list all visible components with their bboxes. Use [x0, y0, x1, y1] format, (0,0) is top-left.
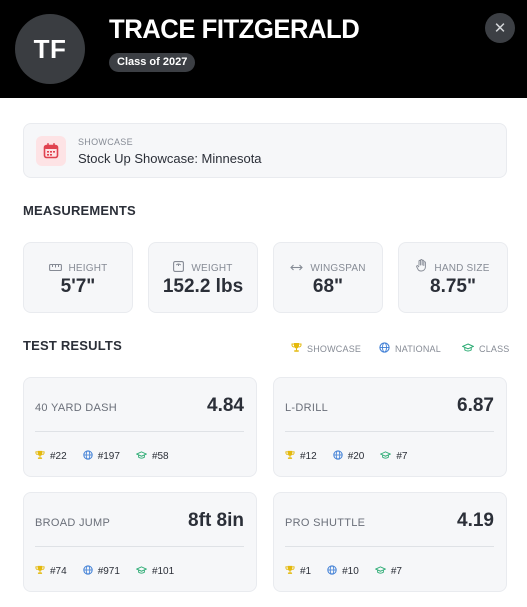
hand-icon [416, 259, 427, 277]
test-name: 40 YARD DASH [35, 402, 118, 414]
player-name: TRACE FITZGERALD [109, 14, 360, 44]
measurements-title: MEASUREMENTS [23, 203, 136, 218]
measurement-hand-size: HAND SIZE 8.75" [398, 242, 508, 313]
rank-row: #22 #197 #58 [35, 447, 169, 465]
rank-value: #1 [300, 565, 312, 577]
calendar-icon [36, 136, 66, 166]
rank-value: #197 [97, 450, 120, 462]
showcase-rank: #12 [285, 447, 317, 465]
measurement-weight: WEIGHT 152.2 lbs [148, 242, 258, 313]
arrows-horizontal-icon [290, 259, 304, 277]
rank-value: #971 [97, 565, 120, 577]
rank-row: #1 #10 #7 [285, 562, 402, 580]
globe-icon [83, 447, 93, 465]
divider [285, 431, 494, 432]
class-rank: #7 [380, 447, 408, 465]
avatar: TF [15, 14, 85, 84]
trophy-icon [285, 447, 295, 465]
measurement-value: 152.2 lbs [162, 276, 244, 297]
close-button[interactable]: ✕ [485, 13, 515, 43]
test-results-title: TEST RESULTS [23, 338, 122, 353]
measurement-label: HAND SIZE [434, 262, 490, 274]
class-rank: #58 [135, 447, 169, 465]
national-rank: #971 [83, 562, 120, 580]
trophy-icon [35, 447, 45, 465]
test-name: PRO SHUTTLE [285, 517, 366, 529]
rank-value: #7 [390, 565, 402, 577]
class-badge: Class of 2027 [109, 53, 196, 72]
measurement-label: WEIGHT [191, 262, 233, 274]
event-card: SHOWCASE Stock Up Showcase: Minnesota [23, 123, 507, 178]
rank-row: #74 #971 #101 [35, 562, 174, 580]
rank-value: #58 [151, 450, 169, 462]
rank-row: #12 #20 #7 [285, 447, 408, 465]
test-name: BROAD JUMP [35, 517, 111, 529]
legend-label: SHOWCASE [307, 344, 362, 354]
scale-icon [173, 259, 185, 277]
trophy-icon [35, 562, 45, 580]
graduation-cap-icon [135, 447, 148, 465]
rank-value: #74 [50, 565, 67, 577]
rank-value: #7 [396, 450, 408, 462]
event-label: SHOWCASE [78, 137, 133, 147]
profile-header: TF TRACE FITZGERALD Class of 2027 ✕ [0, 0, 527, 98]
measurement-value: 5'7" [60, 276, 96, 297]
national-rank: #10 [327, 562, 359, 580]
national-rank: #197 [83, 447, 120, 465]
measurement-value: 8.75" [430, 276, 476, 297]
test-value: 8ft 8in [188, 510, 244, 531]
measurement-label: WINGSPAN [310, 262, 366, 274]
divider [285, 546, 494, 547]
globe-icon [327, 562, 337, 580]
test-value: 4.84 [207, 395, 244, 416]
test-value: 4.19 [457, 510, 494, 531]
measurement-height: HEIGHT 5'7" [23, 242, 133, 313]
graduation-cap-icon [374, 562, 387, 580]
class-rank: #7 [374, 562, 402, 580]
globe-icon [333, 447, 343, 465]
close-icon: ✕ [493, 20, 507, 37]
legend-class: CLASS [461, 340, 510, 358]
showcase-rank: #22 [35, 447, 67, 465]
national-rank: #20 [333, 447, 365, 465]
measurement-wingspan: WINGSPAN 68" [273, 242, 383, 313]
event-name: Stock Up Showcase: Minnesota [78, 151, 262, 166]
test-card-broad-jump: BROAD JUMP 8ft 8in #74 #971 #101 [23, 492, 257, 592]
rank-value: #12 [300, 450, 317, 462]
test-card-l-drill: L-DRILL 6.87 #12 #20 #7 [273, 377, 507, 477]
legend-label: NATIONAL [395, 344, 441, 354]
rank-value: #22 [50, 450, 67, 462]
test-card-pro-shuttle: PRO SHUTTLE 4.19 #1 #10 #7 [273, 492, 507, 592]
globe-icon [83, 562, 93, 580]
ruler-icon [48, 259, 62, 277]
rank-value: #10 [342, 565, 359, 577]
class-rank: #101 [135, 562, 175, 580]
measurement-value: 68" [312, 276, 344, 297]
globe-icon [379, 340, 390, 358]
legend-showcase: SHOWCASE [291, 340, 361, 358]
showcase-rank: #1 [285, 562, 311, 580]
graduation-cap-icon [461, 340, 475, 358]
test-card-40-yard-dash: 40 YARD DASH 4.84 #22 #197 #58 [23, 377, 257, 477]
divider [35, 431, 244, 432]
trophy-icon [291, 340, 302, 358]
test-name: L-DRILL [285, 402, 329, 414]
legend-label: CLASS [479, 344, 510, 354]
test-value: 6.87 [457, 395, 494, 416]
legend-national: NATIONAL [379, 340, 441, 358]
rank-value: #101 [151, 565, 175, 577]
measurement-label: HEIGHT [68, 262, 108, 274]
graduation-cap-icon [135, 562, 148, 580]
showcase-rank: #74 [35, 562, 67, 580]
trophy-icon [285, 562, 295, 580]
rank-value: #20 [347, 450, 365, 462]
graduation-cap-icon [380, 447, 392, 465]
divider [35, 546, 244, 547]
